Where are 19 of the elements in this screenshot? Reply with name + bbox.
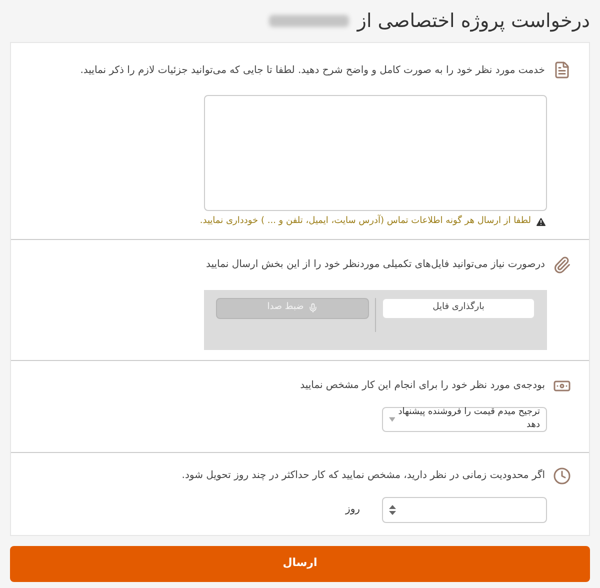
unit-label: روز [346,503,360,517]
upload-button[interactable]: بارگذاری فایل [382,298,535,318]
clock-icon [553,466,571,484]
warning-text: لطفا از ارسال هر گونه اطلاعات تماس (آدرس سایت، ایمیل، تلفن و ... ) خودداری نمایید. [200,215,531,228]
description-field[interactable] [204,95,547,211]
section-label: درصورت نیاز می‌توانید فایل‌های تکمیلی موردنظر خود را از این بخش ارسال نمایید [206,258,545,272]
section-label: بودجه‌ی مورد نظر خود را برای انجام این کار مشخص نمایید [300,379,545,393]
submit-button[interactable]: ارسال [10,546,590,582]
days-field[interactable] [382,496,547,522]
budget-select[interactable]: ترجیح میدم قیمت را فروشنده پیشنهاد دهد [382,406,547,432]
section-label: اگر محدودیت زمانی در نظر دارید، مشخص نمایید که کار حداکثر در چند روز تحویل شود. [182,468,545,483]
microphone-icon [308,303,318,313]
document-icon [553,61,571,79]
section-label: خدمت مورد نظر خود را به صورت کامل و واضح شرح دهید. لطفا تا جایی که می‌توانید جزئیات لازم را ذکر نمایید. [80,64,545,78]
warning-icon [535,216,547,228]
spinner-icon [389,504,396,514]
caret-icon [389,416,396,422]
paperclip-icon [553,256,571,274]
page-title: درخواست پروژه اختصاصی از [357,8,590,34]
